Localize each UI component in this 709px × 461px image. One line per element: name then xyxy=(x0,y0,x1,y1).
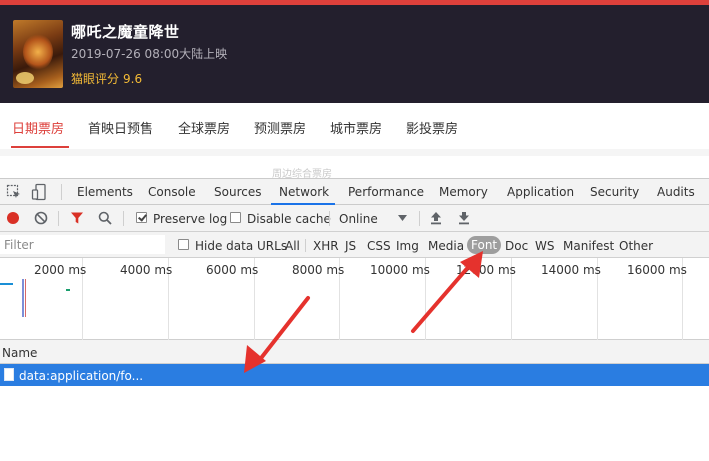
filter-type-doc[interactable]: Doc xyxy=(505,239,528,253)
tab-performance[interactable]: Performance xyxy=(348,185,424,199)
tab-sources[interactable]: Sources xyxy=(214,185,261,199)
tab-security[interactable]: Security xyxy=(590,185,639,199)
tab-city-box-office[interactable]: 城市票房 xyxy=(330,118,382,137)
column-name-header[interactable]: Name xyxy=(2,346,37,360)
devtools-tab-bar: Elements Console Sources Network Perform… xyxy=(0,179,709,205)
timeline-tick-label: 16000 ms xyxy=(627,263,687,277)
disable-cache-label: Disable cache xyxy=(247,212,331,226)
preserve-log-label: Preserve log xyxy=(153,212,228,226)
movie-title: 哪吒之魔童降世 xyxy=(71,23,180,41)
tab-application[interactable]: Application xyxy=(507,185,574,199)
export-har-icon[interactable] xyxy=(458,211,470,225)
filter-bar: Hide data URLs All XHR JS CSS Img Media … xyxy=(0,232,709,258)
tab-elements[interactable]: Elements xyxy=(77,185,133,199)
tab-console[interactable]: Console xyxy=(148,185,196,199)
preserve-log-checkbox[interactable] xyxy=(136,212,147,223)
movie-release-date: 2019-07-26 08:00大陆上映 xyxy=(71,47,228,61)
filter-type-all[interactable]: All xyxy=(285,239,300,253)
box-office-tabs: 日期票房 首映日预售 全球票房 预测票房 城市票房 影投票房 xyxy=(0,103,709,149)
hide-data-urls-label: Hide data URLs xyxy=(195,239,288,253)
timeline-tick-label: 10000 ms xyxy=(370,263,430,277)
filter-type-font[interactable]: Font xyxy=(467,236,502,254)
timeline-tick-label: 14000 ms xyxy=(541,263,601,277)
toolbar-divider xyxy=(58,211,59,226)
network-overview-timeline[interactable]: 2000 ms 4000 ms 6000 ms 8000 ms 10000 ms… xyxy=(0,258,709,340)
file-icon xyxy=(4,368,14,381)
timeline-tick-label: 2000 ms xyxy=(34,263,87,277)
tab-audits[interactable]: Audits xyxy=(657,185,695,199)
movie-header: 哪吒之魔童降世 2019-07-26 08:00大陆上映 猫眼评分 9.6 xyxy=(0,5,709,103)
throttling-select[interactable]: Online xyxy=(339,212,378,226)
filter-input[interactable] xyxy=(0,235,165,254)
timeline-request-bar xyxy=(0,283,13,285)
search-icon[interactable] xyxy=(98,211,112,225)
filter-type-other[interactable]: Other xyxy=(619,239,653,253)
tab-network[interactable]: Network xyxy=(279,185,329,199)
score-value: 9.6 xyxy=(123,72,143,86)
movie-score: 猫眼评分 9.6 xyxy=(71,70,142,87)
filter-type-xhr[interactable]: XHR xyxy=(313,239,339,253)
score-label: 猫眼评分 xyxy=(71,72,120,86)
poster-logo xyxy=(16,72,34,84)
page: 哪吒之魔童降世 2019-07-26 08:00大陆上映 猫眼评分 9.6 日期票… xyxy=(0,0,709,461)
filter-type-manifest[interactable]: Manifest xyxy=(563,239,614,253)
section-divider xyxy=(0,149,709,156)
filter-type-img[interactable]: Img xyxy=(396,239,419,253)
toolbar-divider xyxy=(123,211,124,226)
clear-icon[interactable] xyxy=(34,211,48,225)
timeline-tick-label: 8000 ms xyxy=(292,263,345,277)
dropdown-arrow-icon[interactable] xyxy=(398,215,407,222)
tab-investor-box-office[interactable]: 影投票房 xyxy=(406,118,458,137)
timeline-tick-label: 4000 ms xyxy=(120,263,173,277)
timeline-tick-label: 6000 ms xyxy=(206,263,259,277)
tab-premiere-presale[interactable]: 首映日预售 xyxy=(88,118,153,137)
tab-forecast-box-office[interactable]: 预测票房 xyxy=(254,118,306,137)
devtools-panel: Elements Console Sources Network Perform… xyxy=(0,178,709,461)
timeline-marker xyxy=(25,279,26,317)
filter-type-ws[interactable]: WS xyxy=(535,239,554,253)
record-icon[interactable] xyxy=(6,211,20,225)
requests-table-header: Name xyxy=(0,340,709,364)
tab-daily-box-office[interactable]: 日期票房 xyxy=(12,118,64,137)
request-row-selected[interactable]: data:application/fo... xyxy=(0,364,709,386)
toolbar-divider xyxy=(329,211,330,226)
network-toolbar: Preserve log Disable cache Online xyxy=(0,205,709,232)
device-toolbar-icon[interactable] xyxy=(31,183,49,201)
timeline-marker xyxy=(22,279,24,317)
tab-global-box-office[interactable]: 全球票房 xyxy=(178,118,230,137)
filter-icon[interactable] xyxy=(70,211,84,225)
tab-memory[interactable]: Memory xyxy=(439,185,488,199)
active-tab-indicator xyxy=(11,146,69,148)
filter-type-css[interactable]: CSS xyxy=(367,239,391,253)
filter-type-media[interactable]: Media xyxy=(428,239,464,253)
timeline-request-bar xyxy=(66,289,70,291)
toolbar-divider xyxy=(61,184,62,200)
poster-figure xyxy=(23,34,53,70)
toolbar-divider xyxy=(419,211,420,226)
filter-divider xyxy=(305,239,306,252)
import-har-icon[interactable] xyxy=(430,211,442,225)
disable-cache-checkbox[interactable] xyxy=(230,212,241,223)
request-name: data:application/fo... xyxy=(19,369,144,383)
hide-data-urls-checkbox[interactable] xyxy=(178,239,189,250)
inspect-element-icon[interactable] xyxy=(6,184,22,200)
filter-type-js[interactable]: JS xyxy=(345,239,356,253)
timeline-tick-label: 12000 ms xyxy=(456,263,516,277)
movie-poster[interactable] xyxy=(13,20,63,88)
